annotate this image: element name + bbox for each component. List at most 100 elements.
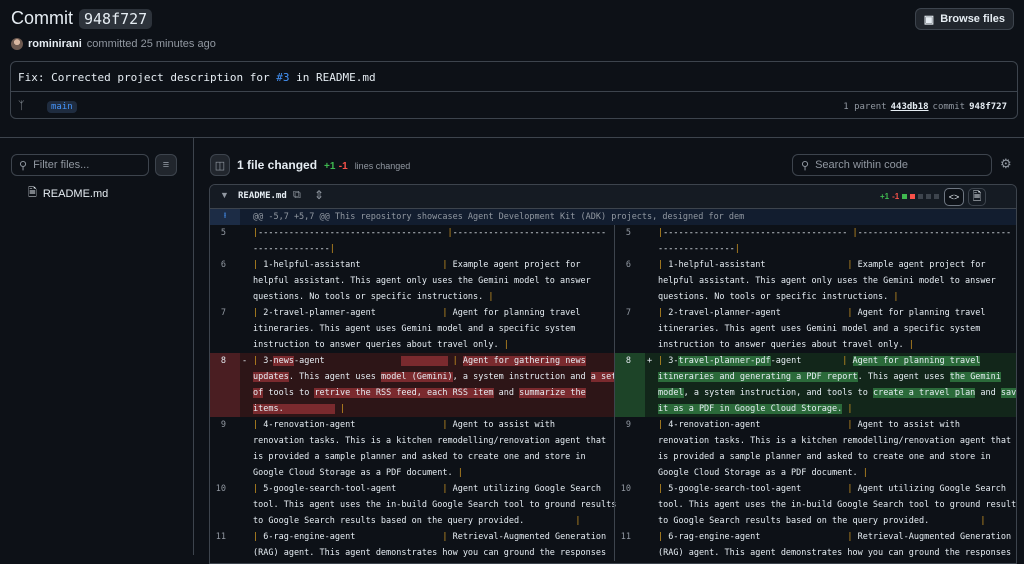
line-number[interactable]: 8 (615, 353, 645, 417)
parent-info: 1 parent 443db18 commit 948f727 (843, 102, 1007, 112)
line-code: | 6-rag-engine-agent | Retrieval-Augment… (658, 529, 1017, 561)
line-number[interactable]: 11 (615, 529, 645, 561)
line-code: | 5-google-search-tool-agent | Agent uti… (658, 481, 1017, 529)
file-icon: 🗎 (28, 184, 37, 203)
stat-square-neutral (934, 194, 939, 199)
code-icon: <> (949, 192, 960, 202)
stat-square-neutral (918, 194, 923, 199)
diff-line: 10 | 5-google-search-tool-agent | Agent u… (615, 481, 1017, 529)
diff-stats: +1 -1 (880, 192, 939, 201)
line-number[interactable]: 5 (615, 225, 645, 257)
search-placeholder: Search within code (815, 159, 908, 171)
parent-label: 1 parent (843, 102, 886, 112)
sidebar-collapse-icon: ◫ (215, 159, 225, 172)
branch-badge[interactable]: main (47, 101, 77, 113)
line-number[interactable]: 10 (210, 481, 240, 529)
line-number[interactable]: 9 (615, 417, 645, 481)
diff-filename[interactable]: README.md (238, 191, 287, 201)
filter-placeholder: Filter files... (33, 159, 89, 171)
diff-line: 7 | 2-travel-planner-agent | Agent for pl… (210, 305, 614, 353)
message-text-2: in README.md (290, 71, 376, 84)
filter-icon: ⚲ (19, 159, 27, 172)
commit-sha-full: 948f727 (969, 102, 1007, 112)
line-code: | 2-travel-planner-agent | Agent for pla… (253, 305, 614, 353)
line-code: | 4-renovation-agent | Agent to assist w… (253, 417, 614, 481)
sliders-icon: ≡ (163, 159, 169, 171)
diff-line: 6 | 1-helpful-assistant | Example agent p… (615, 257, 1017, 305)
divider (0, 137, 1024, 138)
stat-square-del (910, 194, 915, 199)
file-tree-label: README.md (43, 188, 108, 200)
line-number[interactable]: 7 (615, 305, 645, 353)
rich-diff-button[interactable]: 🗎 (968, 188, 986, 206)
diff-line: 11 | 6-rag-engine-agent | Retrieval-Augme… (615, 529, 1017, 561)
code-view-button[interactable]: <> (944, 188, 964, 206)
diff-left-side: 5 |------------------------------------ |… (210, 225, 614, 561)
diff-file: ▼ README.md ⧉ ⇕ +1 -1 <> 🗎 ⭱ @@ -5,7 +5,… (209, 184, 1017, 564)
line-number[interactable]: 11 (210, 529, 240, 561)
title-prefix: Commit (11, 8, 73, 29)
expand-up-icon[interactable]: ⭱ (210, 209, 240, 225)
stat-square-add (902, 194, 907, 199)
search-code-input[interactable]: ⚲ Search within code (792, 154, 992, 176)
copy-icon[interactable]: ⧉ (293, 189, 301, 202)
browse-files-label: Browse files (940, 13, 1005, 25)
line-code: | 2-travel-planner-agent | Agent for pla… (658, 305, 1017, 353)
line-number[interactable]: 10 (615, 481, 645, 529)
commit-sha: 948f727 (79, 9, 152, 29)
diff-line: 7 | 2-travel-planner-agent | Agent for pl… (615, 305, 1017, 353)
diff-file-header: ▼ README.md ⧉ ⇕ +1 -1 <> 🗎 (210, 185, 1016, 209)
code-file-icon: ▣ (924, 13, 934, 26)
diff-additions: +1 (880, 192, 889, 201)
diff-line: 11 | 6-rag-engine-agent | Retrieval-Augme… (210, 529, 614, 561)
parent-sha-link[interactable]: 443db18 (891, 102, 929, 112)
sidebar-divider (193, 138, 194, 555)
files-changed-summary: 1 file changed +1 -1 lines changed (237, 158, 410, 172)
diff-line-deleted: 8-| 3-news-agent | Agent for gathering n… (210, 353, 614, 417)
diff-line: 9| 4-renovation-agent | Agent to assist … (210, 417, 614, 481)
document-icon: 🗎 (973, 188, 982, 207)
filter-files-input[interactable]: ⚲ Filter files... (11, 154, 149, 176)
git-branch-icon: ᛉ (18, 100, 25, 112)
commit-message: Fix: Corrected project description for #… (18, 71, 376, 84)
line-number[interactable]: 5 (210, 225, 240, 257)
addition-marker: + (647, 353, 655, 369)
hunk-text: @@ -5,7 +5,7 @@ This repository showcase… (253, 212, 744, 222)
lines-changed-label: lines changed (355, 161, 411, 171)
divider (11, 91, 1017, 92)
line-code: | 3-travel-planner-pdf-agent | Agent for… (658, 353, 1017, 417)
hunk-header: ⭱ @@ -5,7 +5,7 @@ This repository showca… (210, 209, 1016, 225)
line-code: | 4-renovation-agent | Agent to assist w… (658, 417, 1017, 481)
additions-count: +1 (324, 161, 335, 172)
line-code: | 1-helpful-assistant | Example agent pr… (253, 257, 614, 305)
diff-line: 6 | 1-helpful-assistant | Example agent p… (210, 257, 614, 305)
page-title: Commit 948f727 (11, 8, 152, 29)
line-number[interactable]: 9 (210, 417, 240, 481)
issue-link[interactable]: #3 (276, 71, 289, 84)
author-link[interactable]: rominirani (28, 38, 82, 50)
line-number[interactable]: 8 (210, 353, 240, 417)
line-code: | 3-news-agent | Agent for gathering new… (253, 353, 614, 417)
avatar[interactable] (11, 38, 23, 50)
search-icon: ⚲ (801, 159, 809, 172)
diff-deletions: -1 (892, 192, 899, 201)
file-tree-item[interactable]: 🗎 README.md (28, 184, 108, 203)
line-code: |------------------------------------ |-… (253, 225, 614, 257)
deletion-marker: - (242, 353, 250, 369)
line-code: | 5-google-search-tool-agent | Agent uti… (253, 481, 614, 529)
files-changed-count: 1 file changed (237, 158, 317, 172)
line-number[interactable]: 6 (615, 257, 645, 305)
gear-icon[interactable]: ⚙ (1000, 156, 1012, 172)
diff-line: 9| 4-renovation-agent | Agent to assist … (615, 417, 1017, 481)
line-code: | 1-helpful-assistant | Example agent pr… (658, 257, 1017, 305)
line-number[interactable]: 7 (210, 305, 240, 353)
filter-options-button[interactable]: ≡ (155, 154, 177, 176)
author-line: rominirani committed 25 minutes ago (11, 38, 216, 50)
chevron-down-icon[interactable]: ▼ (220, 190, 229, 200)
toggle-sidebar-button[interactable]: ◫ (210, 154, 230, 176)
line-number[interactable]: 6 (210, 257, 240, 305)
browse-files-button[interactable]: ▣ Browse files (915, 8, 1014, 30)
diff-right-side: 5|------------------------------------ |… (614, 225, 1017, 561)
line-code: | 6-rag-engine-agent | Retrieval-Augment… (253, 529, 614, 561)
expand-icon[interactable]: ⇕ (314, 188, 324, 202)
